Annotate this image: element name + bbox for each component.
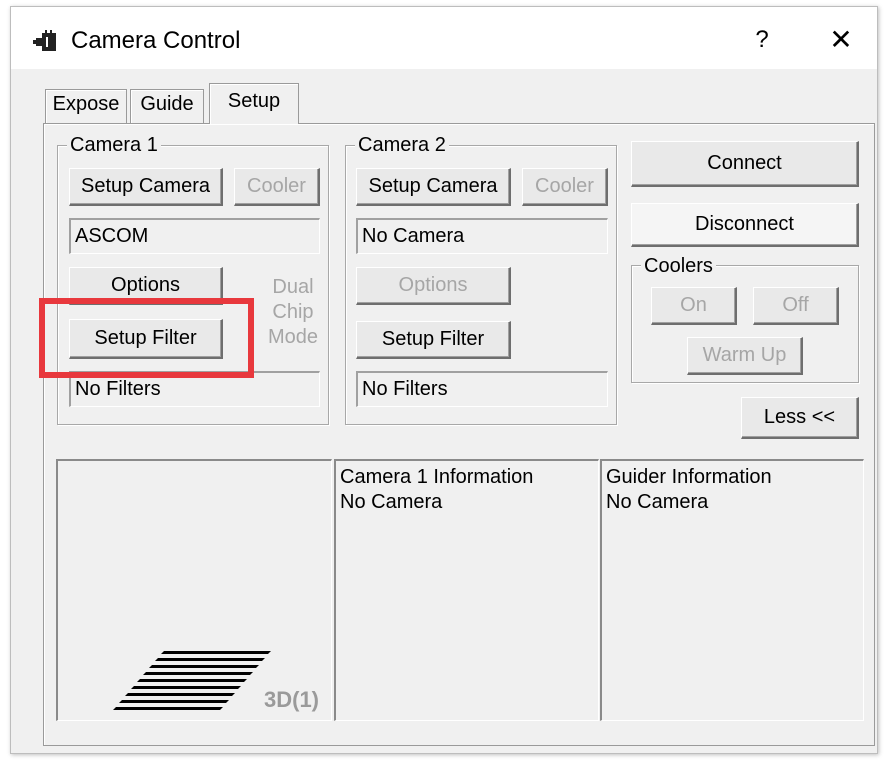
camera1-information-panel: Camera 1 Information No Camera [334,459,599,721]
dual-chip-mode-label: Dual Chip Mode [259,275,327,350]
guider-information-title: Guider Information [606,466,772,488]
preview-badge: 3D(1) [264,687,320,712]
camera-control-window: Camera Control ? ✕ Expose Guide Setup Ca… [10,6,878,754]
camera2-setup-filter-button[interactable]: Setup Filter [356,321,511,359]
tab-setup[interactable]: Setup [209,83,299,124]
camera2-name-field: No Camera [356,218,608,254]
camera1-information-title: Camera 1 Information [340,466,534,488]
camera2-setup-camera-button[interactable]: Setup Camera [356,168,511,206]
preview-panel: 3D(1) [56,459,332,721]
camera2-group-label: Camera 2 [355,134,449,156]
camera2-options-button[interactable]: Options [356,267,511,305]
less-button[interactable]: Less << [741,397,859,439]
cooler-off-button[interactable]: Off [753,287,839,325]
coolers-group-label: Coolers [641,255,716,277]
close-button[interactable]: ✕ [823,23,859,57]
help-button[interactable]: ? [747,25,777,55]
disconnect-button[interactable]: Disconnect [631,203,859,247]
camera1-name-field: ASCOM [69,218,320,254]
camera1-setup-camera-button[interactable]: Setup Camera [69,168,223,206]
guider-information-status: No Camera [606,491,709,513]
camera2-cooler-button[interactable]: Cooler [522,168,608,206]
dual-chip-mode-line: Mode [267,326,319,348]
tab-expose[interactable]: Expose [45,89,127,123]
title-bar[interactable]: Camera Control ? ✕ [11,7,877,69]
dual-chip-mode-line: Dual [272,276,314,298]
cooler-on-button[interactable]: On [651,287,737,325]
close-icon: ✕ [829,24,853,55]
camera1-cooler-button[interactable]: Cooler [234,168,320,206]
camera-app-icon [33,29,59,55]
highlight-box [39,298,254,378]
camera2-filter-status-field: No Filters [356,371,608,407]
tab-guide[interactable]: Guide [130,89,204,123]
camera1-information-status: No Camera [340,491,443,513]
connect-button[interactable]: Connect [631,141,859,187]
camera1-group-label: Camera 1 [67,134,161,156]
window-title: Camera Control [71,27,241,54]
stacked-lines-logo-icon [113,651,271,710]
dual-chip-mode-line: Chip [272,301,314,323]
guider-information-panel: Guider Information No Camera [600,459,864,721]
warm-up-button[interactable]: Warm Up [687,337,803,375]
